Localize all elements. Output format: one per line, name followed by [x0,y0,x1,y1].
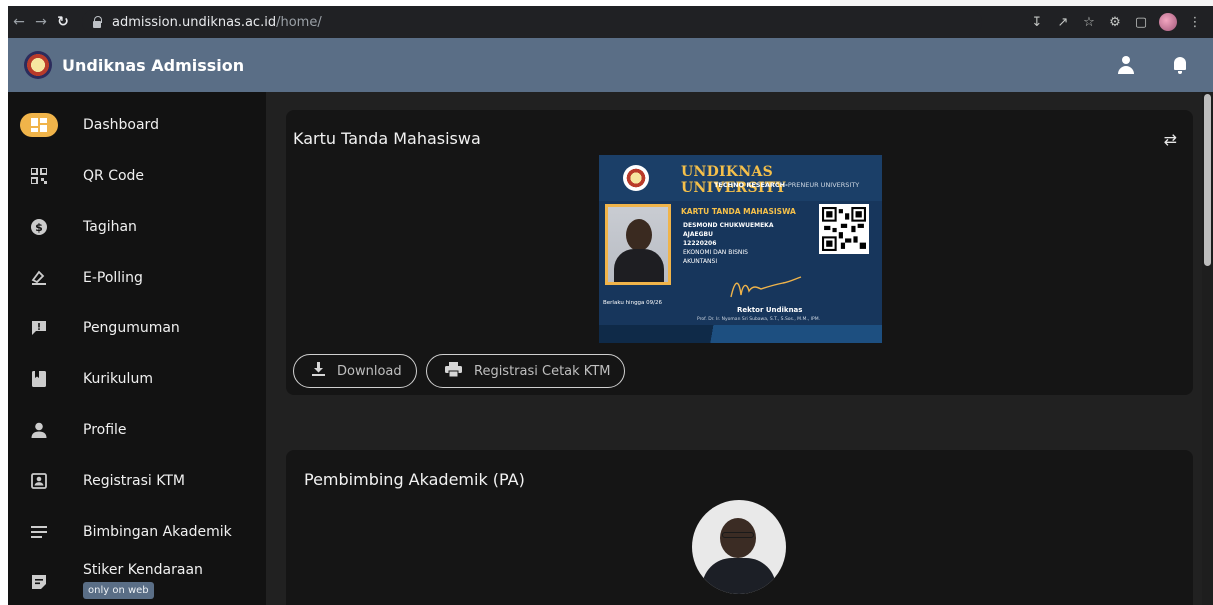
undiknas-logo [24,51,52,79]
id-card-qr-code [819,204,869,254]
sidebar-item-qr-code[interactable]: QR Code [8,154,266,198]
id-card-signer-name: Prof. Dr. Ir. Nyoman Sri Subawa, S.T., S… [697,317,821,322]
share-icon[interactable]: ↗ [1055,14,1071,30]
student-name-line1: DESMOND CHUKWUEMEKA [683,222,774,229]
extension-icon[interactable]: ⚙ [1107,14,1123,30]
qr-pattern [822,207,866,251]
student-photo [605,204,671,285]
notification-bell-icon[interactable] [1171,55,1189,75]
pa-card: Pembimbing Akademik (PA) [286,450,1193,605]
student-program: AKUNTANSI [683,258,718,265]
sidebar-item-pengumuman[interactable]: Pengumuman [8,306,266,350]
announcement-icon [20,316,58,340]
sidebar-item-label: Dashboard [83,117,159,133]
id-card-tagline: TECHNO RESEARCH-PRENEUR UNIVERSITY [714,181,859,189]
sidebar-item-bimbingan-akademik[interactable]: Bimbingan Akademik [8,510,266,554]
only-on-web-badge: only on web [83,582,154,599]
header-actions [1117,55,1213,75]
registrasi-cetak-ktm-button[interactable]: Registrasi Cetak KTM [426,354,626,388]
main-scrollbar[interactable] [1202,92,1213,605]
menu-lines-icon [20,520,58,544]
book-icon [20,367,58,391]
download-button[interactable]: Download [293,354,417,388]
id-card-logo [623,165,649,191]
advisor-photo [692,500,786,594]
student-nim: 12220206 [683,240,717,247]
advisor-photo-body [702,558,776,594]
printer-icon [445,361,462,381]
rector-signature-image [730,276,802,298]
sidebar-item-label: Kurikulum [83,371,153,387]
sidebar-item-label: QR Code [83,168,145,184]
sidebar-item-kurikulum[interactable]: Kurikulum [8,357,266,401]
browser-actions: ↧ ↗ ☆ ⚙ ▢ ⋮ [1029,13,1213,31]
id-card-icon [20,469,58,493]
pa-card-title: Pembimbing Akademik (PA) [304,470,525,489]
sidebar-item-label: Bimbingan Akademik [83,524,232,540]
scrollbar-thumb[interactable] [1204,94,1211,266]
ktm-card: Kartu Tanda Mahasiswa ⇄ UNDIKNAS UNIVERS… [286,110,1193,395]
id-card-heading: KARTU TANDA MAHASISWA [681,207,796,216]
id-card-university: UNDIKNAS UNIVERSITY [681,164,786,196]
sidebar-item-dashboard[interactable]: Dashboard [8,103,266,147]
sidebar-item-label: Tagihan [83,219,137,235]
id-card-tagline-bold: TECHNO RESEARCH- [714,181,788,189]
sidebar-item-e-polling[interactable]: E-Polling [8,256,266,300]
install-app-icon[interactable]: ↧ [1029,14,1045,30]
sidebar-item-label: Profile [83,422,127,438]
svg-text:$: $ [35,221,43,234]
swap-arrows-icon[interactable]: ⇄ [1164,130,1177,149]
lock-icon [92,16,102,28]
url-path: /home/ [276,14,322,30]
person-icon [20,418,58,442]
browser-profile-avatar[interactable] [1159,13,1177,31]
download-icon [312,362,325,380]
id-card-signer-title: Rektor Undiknas [737,306,803,314]
sidebar-item-tagihan[interactable]: $ Tagihan [8,205,266,249]
page-root: ← → ↻ admission.undiknas.ac.id/home/ ↧ ↗… [0,0,1213,605]
id-card-tagline-rest: PRENEUR UNIVERSITY [787,181,860,189]
reload-icon[interactable]: ↻ [52,11,74,33]
sidebar-item-label: Pengumuman [83,320,180,336]
advisor-photo-head [720,518,756,558]
sidebar-item-registrasi-ktm[interactable]: Registrasi KTM [8,459,266,503]
sidebar-item-label: E-Polling [83,270,143,286]
student-name-line2: AJAEGBU [683,231,713,238]
browser-toolbar: ← → ↻ admission.undiknas.ac.id/home/ ↧ ↗… [8,6,1213,38]
vote-icon [20,266,58,290]
main-content: Kartu Tanda Mahasiswa ⇄ UNDIKNAS UNIVERS… [266,92,1213,605]
forward-arrow-icon[interactable]: → [30,11,52,33]
id-card-footer-stripe [599,325,882,343]
advisor-photo-glasses [722,532,754,538]
more-menu-icon[interactable]: ⋮ [1187,14,1203,30]
back-arrow-icon[interactable]: ← [8,11,30,33]
sidebar-item-label: Stiker Kendaraan [83,562,203,578]
dollar-icon: $ [20,215,58,239]
download-button-label: Download [337,363,402,379]
sidebar-item-text: Stiker Kendaraan only on web [83,562,203,599]
qr-code-icon [20,164,58,188]
sidebar-item-stiker-kendaraan[interactable]: Stiker Kendaraan only on web [8,558,266,604]
sidebar: Dashboard QR Code $ Tagihan E-Polling Pe… [8,92,266,605]
student-faculty: EKONOMI DAN BISNIS [683,249,748,256]
sidebar-item-label: Registrasi KTM [83,473,185,489]
student-id-card-image: UNDIKNAS UNIVERSITY TECHNO RESEARCH-PREN… [599,155,882,343]
url-host: admission.undiknas.ac.id [112,14,277,30]
sidebar-item-profile[interactable]: Profile [8,408,266,452]
address-bar[interactable]: admission.undiknas.ac.id/home/ [82,9,982,35]
id-card-validity: Berlaku hingga 09/26 [603,300,663,306]
bookmark-star-icon[interactable]: ☆ [1081,14,1097,30]
registrasi-cetak-ktm-label: Registrasi Cetak KTM [474,363,611,379]
side-panel-icon[interactable]: ▢ [1133,14,1149,30]
dashboard-icon [20,113,58,137]
sticker-icon [20,570,58,594]
app-header: Undiknas Admission [8,38,1213,92]
student-photo-body [614,249,664,282]
account-icon[interactable] [1117,55,1135,75]
app-title: Undiknas Admission [62,55,245,75]
ktm-card-title: Kartu Tanda Mahasiswa [293,129,481,148]
student-photo-head [626,219,652,251]
